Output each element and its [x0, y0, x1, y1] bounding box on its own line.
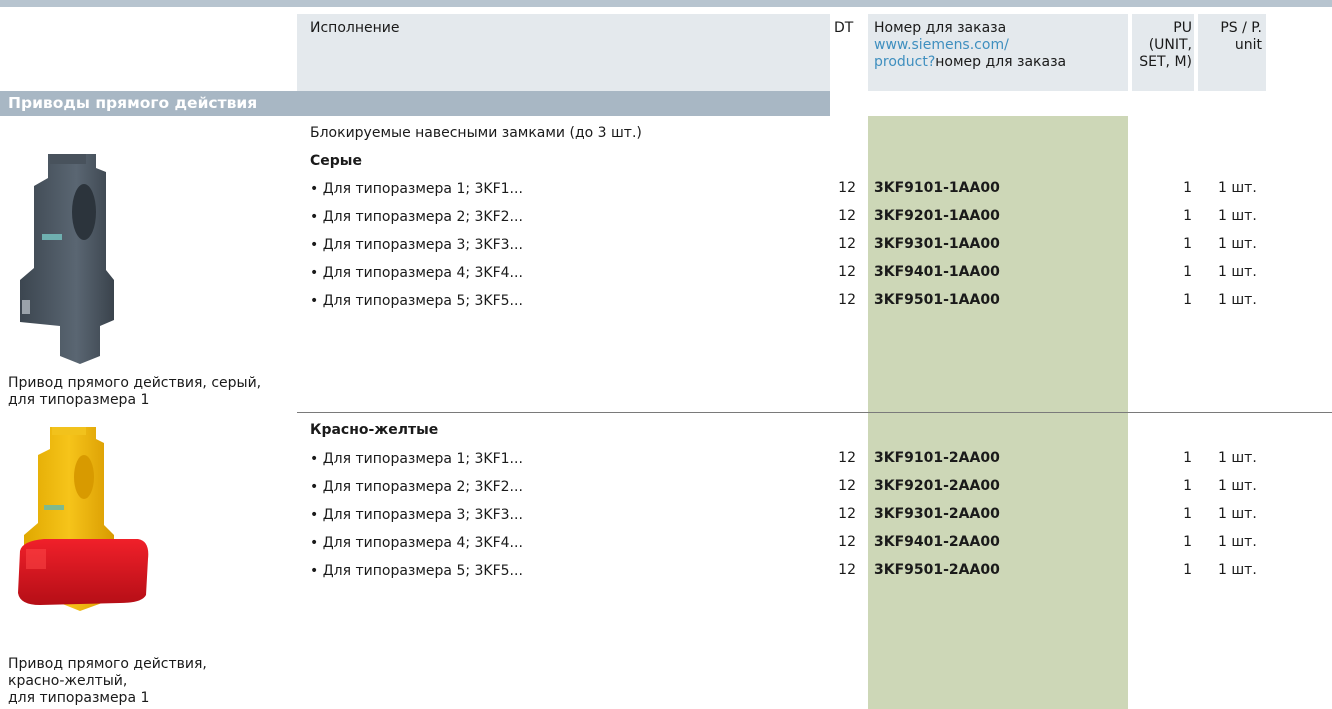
red-yellow-actuator-image [18, 427, 149, 611]
lockable-note: Блокируемые навесными замками (до 3 шт.) [310, 125, 642, 141]
row-ps: 1 шт. [1218, 478, 1257, 494]
top-strip [0, 0, 1332, 7]
row-ps: 1 шт. [1218, 208, 1257, 224]
row-order-code: 3KF9201-1AA00 [874, 208, 1000, 224]
row-pu: 1 [1183, 450, 1192, 466]
row-dt: 12 [838, 180, 856, 196]
section-title: Приводы прямого действия [8, 94, 258, 112]
row-pu: 1 [1183, 236, 1192, 252]
header-pu-line1: PU [1173, 20, 1192, 36]
header-ps-line2: unit [1234, 37, 1262, 53]
row-pu: 1 [1183, 264, 1192, 280]
row-dt: 12 [838, 450, 856, 466]
header-execution: Исполнение [310, 20, 400, 36]
row-description: • Для типоразмера 1; 3KF1... [310, 451, 523, 467]
header-ps: PS / P. unit [1198, 20, 1262, 54]
row-ps: 1 шт. [1218, 506, 1257, 522]
row-description: • Для типоразмера 5; 3KF5... [310, 563, 523, 579]
row-ps: 1 шт. [1218, 534, 1257, 550]
header-order-title: Номер для заказа [874, 20, 1007, 36]
row-description: • Для типоразмера 3; 3KF3... [310, 237, 523, 253]
row-ps: 1 шт. [1218, 264, 1257, 280]
row-description: • Для типоразмера 4; 3KF4... [310, 265, 523, 281]
row-order-code: 3KF9501-2AA00 [874, 562, 1000, 578]
row-description: • Для типоразмера 1; 3KF1... [310, 181, 523, 197]
group-red-yellow-title: Красно-желтые [310, 422, 439, 438]
row-description: • Для типоразмера 4; 3KF4... [310, 535, 523, 551]
row-ps: 1 шт. [1218, 236, 1257, 252]
header-order-link-1[interactable]: www.siemens.com/ [874, 37, 1066, 54]
header-order-suffix: номер для заказа [935, 54, 1067, 70]
row-pu: 1 [1183, 292, 1192, 308]
row-dt: 12 [838, 236, 856, 252]
row-order-code: 3KF9401-1AA00 [874, 264, 1000, 280]
row-ps: 1 шт. [1218, 562, 1257, 578]
row-dt: 12 [838, 562, 856, 578]
header-order-link-2[interactable]: product? [874, 54, 935, 70]
row-pu: 1 [1183, 180, 1192, 196]
row-dt: 12 [838, 264, 856, 280]
row-dt: 12 [838, 292, 856, 308]
header-pu: PU (UNIT, SET, M) [1132, 20, 1192, 71]
caption-line: Привод прямого действия, серый, [8, 375, 262, 391]
gray-actuator-caption: Привод прямого действия, серый, для типо… [8, 375, 261, 409]
group-divider [297, 412, 1332, 413]
header-pu-line3: SET, M) [1139, 54, 1192, 70]
caption-line: для типоразмера 1 [8, 690, 150, 706]
row-order-code: 3KF9501-1AA00 [874, 292, 1000, 308]
row-ps: 1 шт. [1218, 292, 1257, 308]
row-description: • Для типоразмера 5; 3KF5... [310, 293, 523, 309]
row-description: • Для типоразмера 3; 3KF3... [310, 507, 523, 523]
row-dt: 12 [838, 534, 856, 550]
row-pu: 1 [1183, 562, 1192, 578]
header-pu-line2: (UNIT, [1148, 37, 1192, 53]
caption-line: для типоразмера 1 [8, 392, 150, 408]
row-dt: 12 [838, 208, 856, 224]
row-order-code: 3KF9401-2AA00 [874, 534, 1000, 550]
row-ps: 1 шт. [1218, 180, 1257, 196]
row-pu: 1 [1183, 478, 1192, 494]
header-dt: DT [834, 20, 854, 36]
group-gray-title: Серые [310, 153, 362, 169]
row-pu: 1 [1183, 208, 1192, 224]
row-order-code: 3KF9101-2AA00 [874, 450, 1000, 466]
gray-actuator-image [20, 154, 114, 364]
row-pu: 1 [1183, 534, 1192, 550]
caption-line: красно-желтый, [8, 673, 128, 689]
row-order-code: 3KF9201-2AA00 [874, 478, 1000, 494]
row-description: • Для типоразмера 2; 3KF2... [310, 209, 523, 225]
row-ps: 1 шт. [1218, 450, 1257, 466]
header-ps-line1: PS / P. [1220, 20, 1262, 36]
row-dt: 12 [838, 478, 856, 494]
red-yellow-actuator-caption: Привод прямого действия, красно-желтый, … [8, 656, 207, 707]
header-order-number: Номер для заказа www.siemens.com/ produc… [874, 20, 1066, 71]
row-order-code: 3KF9101-1AA00 [874, 180, 1000, 196]
row-description: • Для типоразмера 2; 3KF2... [310, 479, 523, 495]
row-order-code: 3KF9301-1AA00 [874, 236, 1000, 252]
caption-line: Привод прямого действия, [8, 656, 207, 672]
row-dt: 12 [838, 506, 856, 522]
row-pu: 1 [1183, 506, 1192, 522]
row-order-code: 3KF9301-2AA00 [874, 506, 1000, 522]
